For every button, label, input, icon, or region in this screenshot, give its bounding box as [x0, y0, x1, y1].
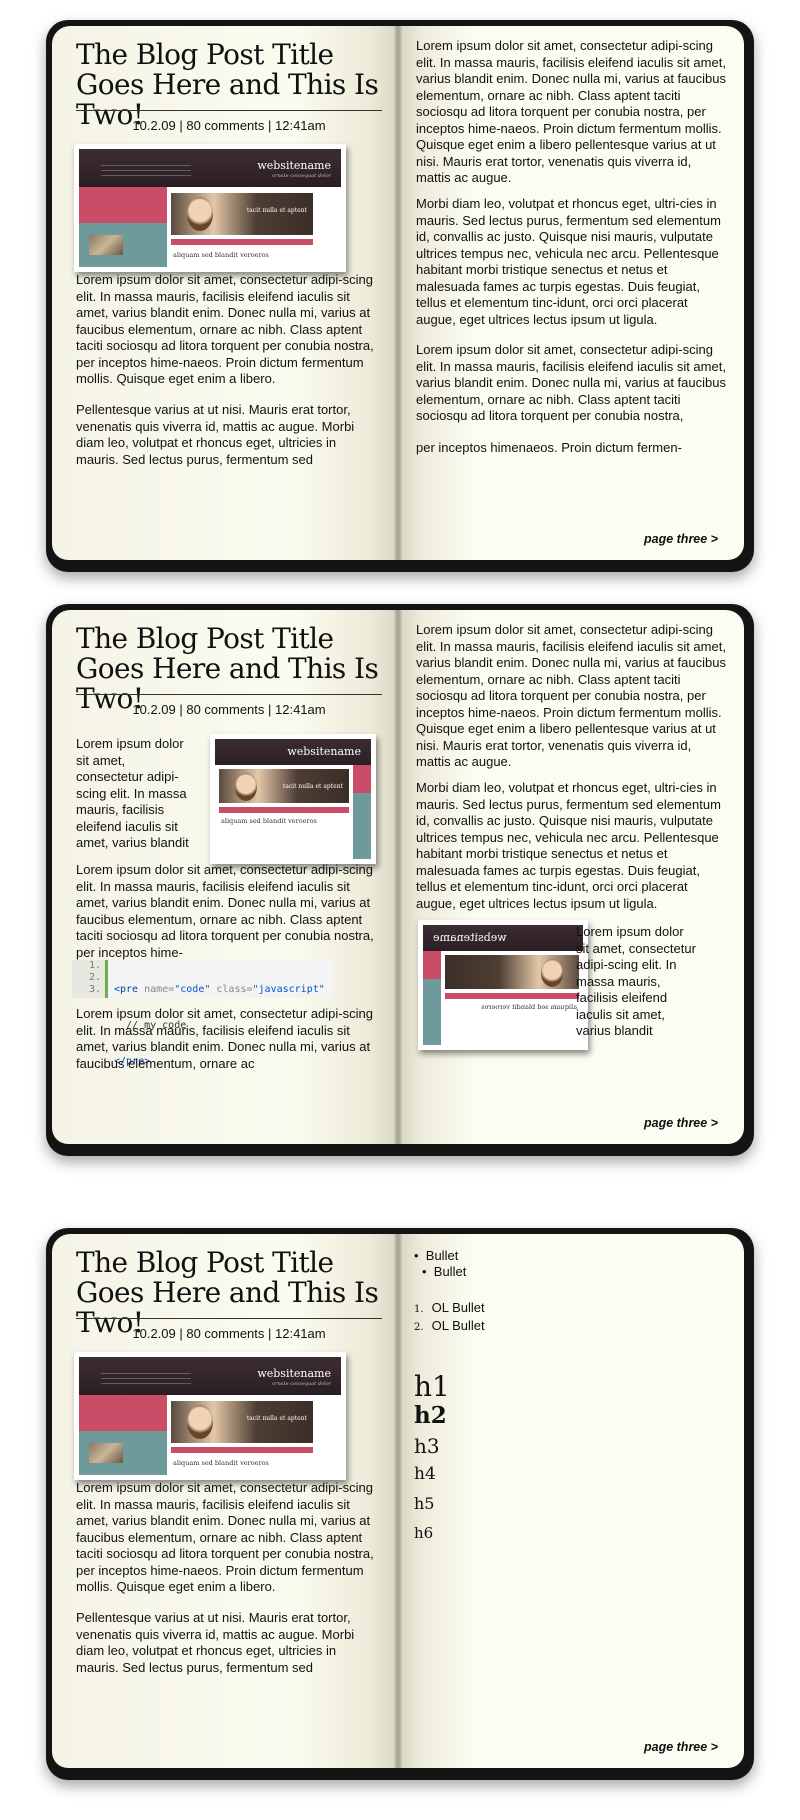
preview-site-name: websitename [287, 745, 361, 758]
preview-hero-text: tacit nulla et aptent [246, 1415, 307, 1422]
post-title: The Blog Post Title Goes Here and This I… [76, 38, 379, 131]
post-meta: 10.2.09 | 80 comments | 12:41am [132, 1326, 326, 1341]
body-paragraph: Lorem ipsum dolor sit amet, consectetur … [76, 1006, 373, 1071]
post-title: The Blog Post Title Goes Here and This I… [76, 1246, 379, 1339]
list-item: • Bullet [422, 1264, 467, 1279]
title-divider [76, 1318, 382, 1319]
body-paragraph: Pellentesque varius at ut nisi. Mauris e… [76, 402, 355, 467]
portrait-photo [235, 773, 257, 801]
heading-h5-sample: h5 [414, 1494, 435, 1513]
right-page: Lorem ipsum dolor sit amet, consectetur … [398, 610, 744, 1144]
book-spine [394, 610, 402, 1144]
portrait-photo [187, 197, 213, 231]
website-preview-image: websitename ornate consequat dolor tacit … [74, 144, 346, 272]
body-paragraph: per inceptos himenaeos. Proin dictum fer… [416, 440, 682, 455]
preview-hero-text: tacit nulla et aptent [246, 207, 307, 214]
book-spine [394, 26, 402, 560]
list-item: 2. OL Bullet [414, 1318, 485, 1333]
book-spread-2: The Blog Post Title Goes Here and This I… [46, 604, 754, 1156]
book-spread-3: The Blog Post Title Goes Here and This I… [46, 1228, 754, 1780]
preview-slogan: ornate consequat dolor [272, 173, 331, 179]
title-divider [76, 694, 382, 695]
body-paragraph: Morbi diam leo, volutpat et rhoncus eget… [416, 196, 721, 327]
body-paragraph: Lorem ipsum dolor sit amet, consectetur … [416, 622, 726, 769]
code-line-numbers: 1. 2. 3. [72, 960, 108, 998]
preview-caption: aliquam sed blandit veroeros [173, 251, 269, 259]
body-paragraph: Lorem ipsum dolor sit amet, consectetur … [76, 272, 374, 386]
body-paragraph: Lorem ipsum dolor sit amet, consectetur … [416, 38, 726, 185]
left-page: The Blog Post Title Goes Here and This I… [52, 26, 398, 560]
website-preview-image: websitename aliquam sed blandit veroeros [418, 920, 588, 1050]
next-page-link[interactable]: page three > [644, 532, 718, 546]
list-item: • Bullet [414, 1248, 459, 1263]
book-spine [394, 1234, 402, 1768]
body-paragraph: Lorem ipsum dolor sit amet, consectetur … [76, 1480, 374, 1594]
code-block: 1. 2. 3. <pre name="code" class="javascr… [72, 960, 334, 1067]
book-spread-1: The Blog Post Title Goes Here and This I… [46, 20, 754, 572]
next-page-link[interactable]: page three > [644, 1740, 718, 1754]
preview-caption: aliquam sed blandit veroeros [221, 817, 317, 825]
heading-h3-sample: h3 [414, 1434, 440, 1458]
list-item: 1. OL Bullet [414, 1300, 485, 1315]
preview-caption: aliquam sed blandit veroeros [481, 1003, 577, 1011]
title-divider [76, 110, 382, 111]
body-paragraph: Lorem ipsum dolor sit amet, consectetur … [416, 342, 726, 423]
website-preview-image: websitename ornate consequat dolor tacit … [74, 1352, 346, 1480]
bullet-list: • Bullet • Bullet [414, 1248, 466, 1280]
heading-h2-sample: h2 [414, 1402, 447, 1429]
preview-slogan: ornate consequat dolor [272, 1381, 331, 1387]
heading-h6-sample: h6 [414, 1524, 434, 1542]
preview-site-name: websitename [257, 159, 331, 172]
left-page: The Blog Post Title Goes Here and This I… [52, 610, 398, 1144]
preview-site-name: websitename [433, 931, 507, 944]
ordered-list: 1. OL Bullet 2. OL Bullet [414, 1300, 485, 1336]
portrait-photo [541, 959, 563, 987]
website-preview-image: websitename tacit nulla et aptent aliqua… [210, 734, 376, 864]
heading-h1-sample: h1 [414, 1370, 450, 1403]
portrait-photo [187, 1405, 213, 1439]
heading-h4-sample: h4 [414, 1464, 436, 1484]
body-paragraph: Morbi diam leo, volutpat et rhoncus eget… [416, 780, 721, 911]
right-page: • Bullet • Bullet 1. OL Bullet 2. OL Bul… [398, 1234, 744, 1768]
body-paragraph: Pellentesque varius at ut nisi. Mauris e… [76, 1610, 355, 1675]
preview-hero-text: tacit nulla et aptent [282, 783, 343, 790]
post-meta: 10.2.09 | 80 comments | 12:41am [132, 118, 326, 133]
right-page: Lorem ipsum dolor sit amet, consectetur … [398, 26, 744, 560]
body-paragraph: Lorem ipsum dolor sit amet, consectetur … [76, 862, 374, 960]
post-title: The Blog Post Title Goes Here and This I… [76, 622, 379, 715]
preview-caption: aliquam sed blandit veroeros [173, 1459, 269, 1467]
preview-site-name: websitename [257, 1367, 331, 1380]
float-paragraph: Lorem ipsum dolor sit amet, consectetur … [576, 924, 696, 1038]
left-page: The Blog Post Title Goes Here and This I… [52, 1234, 398, 1768]
post-meta: 10.2.09 | 80 comments | 12:41am [132, 702, 326, 717]
float-paragraph: Lorem ipsum dolor sit amet, consectetur … [76, 736, 189, 850]
next-page-link[interactable]: page three > [644, 1116, 718, 1130]
